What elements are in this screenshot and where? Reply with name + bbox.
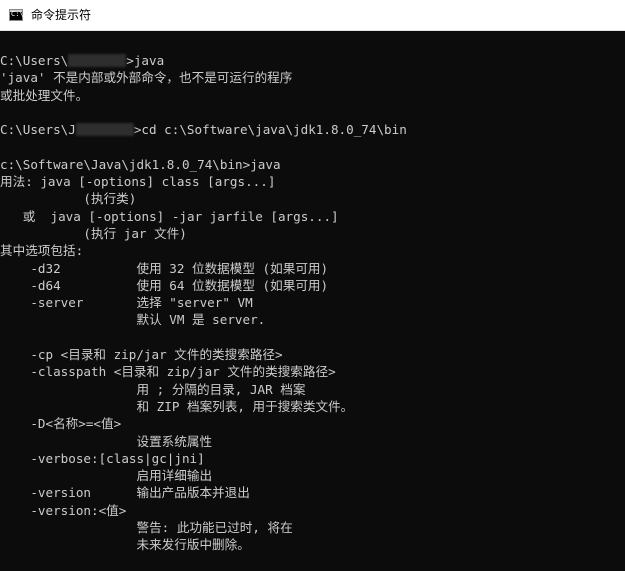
console-line: C:\Users\ >java (0, 52, 407, 69)
console-text: >java (126, 53, 165, 68)
console-line: 用法: java [-options] class [args...] (0, 174, 276, 190)
console-output[interactable]: C:\Users\ >java 'java' 不是内部或外部命令，也不是可运行的程… (0, 31, 625, 571)
console-line: 和 ZIP 档案列表, 用于搜索类文件。 (0, 398, 354, 414)
command-prompt-window: C:\ 命令提示符 C:\Users\ >java 'java' 不是内部或外部命… (0, 0, 625, 571)
console-text: C:\Users\J (0, 122, 76, 138)
console-line: C:\Users\J >cd c:\Software\java\jdk1.8.0_… (0, 121, 407, 138)
console-line: 默认 VM 是 server. (0, 312, 266, 328)
redacted-username (75, 123, 134, 137)
console-line: 未来发行版中删除。 (0, 537, 250, 553)
cmd-icon: C:\ (9, 9, 24, 21)
console-line: 用 ; 分隔的目录, JAR 档案 (0, 381, 306, 397)
console-line: (执行类) (0, 191, 137, 207)
window-title: 命令提示符 (31, 8, 92, 22)
console-line: c:\Software\Java\jdk1.8.0_74\bin>java (0, 156, 281, 172)
redacted-username (68, 54, 127, 67)
console-line: 或 java [-options] -jar jarfile [args...] (0, 208, 339, 224)
console-line: -version 输出产品版本并退出 (0, 485, 250, 501)
cmd-icon-glyph: C:\ (11, 10, 24, 18)
console-line: -D<名称>=<值> (0, 416, 122, 432)
console-line: -verbose:[class|gc|jni] (0, 450, 205, 466)
console-text: C:\Users\ (0, 53, 69, 68)
console-line: 或批处理文件。 (0, 87, 89, 103)
console-text: >cd c:\Software\java\jdk1.8.0_74\bin (133, 122, 407, 138)
console-line: 启用详细输出 (0, 468, 213, 484)
console-line: -server 选择 "server" VM (0, 295, 253, 311)
console-line: -d64 使用 64 位数据模型 (如果可用) (0, 277, 329, 293)
console-line: -classpath <目录和 zip/jar 文件的类搜索路径> (0, 364, 336, 380)
console-line: -version:<值> (0, 502, 127, 518)
console-line: 其中选项包括: (0, 243, 84, 259)
console-line: -d32 使用 32 位数据模型 (如果可用) (0, 260, 329, 276)
console-lines: C:\Users\ >java 'java' 不是内部或外部命令，也不是可运行的程… (0, 52, 407, 554)
console-line: (执行 jar 文件) (0, 225, 187, 241)
console-line: 警告: 此功能已过时, 将在 (0, 520, 293, 536)
console-line: 设置系统属性 (0, 433, 213, 449)
console-line: 'java' 不是内部或外部命令，也不是可运行的程序 (0, 70, 293, 86)
console-line: -cp <目录和 zip/jar 文件的类搜索路径> (0, 347, 283, 363)
title-bar[interactable]: C:\ 命令提示符 (0, 0, 625, 31)
